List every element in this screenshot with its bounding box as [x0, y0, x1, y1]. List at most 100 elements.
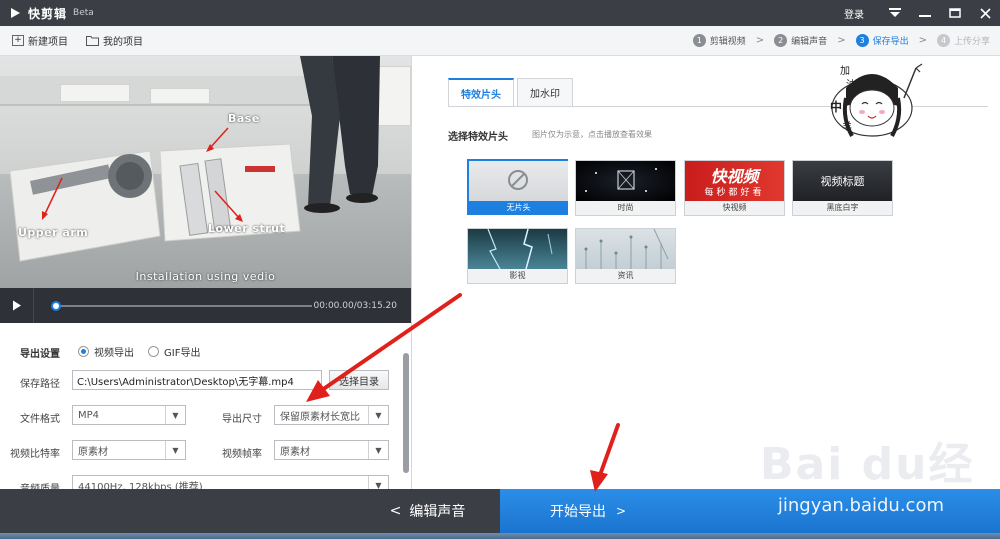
chevron-right-icon: > — [755, 35, 765, 46]
tab-watermark[interactable]: 加水印 — [517, 78, 573, 106]
step-label: 剪辑视频 — [709, 37, 746, 47]
dropdown-arrow-icon: ▼ — [165, 406, 185, 424]
step-edit-audio[interactable]: 2 编辑声音 — [774, 34, 827, 47]
radio-dot — [148, 346, 159, 357]
os-taskbar — [0, 533, 1000, 539]
login-link[interactable]: 登录 — [844, 6, 864, 21]
audio-value: 44100Hz, 128kbps (推荐) — [78, 481, 203, 490]
chevron-right-icon: > — [918, 35, 927, 46]
radio-video-export[interactable]: 视频导出 — [78, 344, 134, 359]
thumb-image: 视频标题 — [793, 161, 892, 201]
bitrate-select[interactable]: 原素材 ▼ — [72, 440, 186, 460]
fps-value: 原素材 — [280, 446, 310, 458]
new-project-label: 新建项目 — [28, 37, 68, 48]
intro-thumb-fashion[interactable]: 时尚 — [575, 160, 676, 216]
quick-video-subtitle: 每秒都好看 — [704, 188, 765, 198]
radio-label: 视频导出 — [94, 348, 134, 359]
tab-bar: 特效片头 加水印 — [448, 78, 576, 106]
export-settings-panel: 导出设置 视频导出 GIF导出 保存路径 C:\Users\Administra… — [0, 323, 411, 489]
audio-select[interactable]: 44100Hz, 128kbps (推荐) ▼ — [72, 475, 389, 489]
intro-thumb-film[interactable]: 影视 — [467, 228, 568, 284]
intro-thumb-news[interactable]: 资讯 — [575, 228, 676, 284]
size-select[interactable]: 保留原素材长宽比 ▼ — [274, 405, 389, 425]
audio-label: 音频质量 — [20, 480, 60, 489]
effects-panel: 特效片头 加水印 选择特效片头 图片仅为示意，点击播放查看效果 无片头 时尚 快… — [412, 56, 1000, 489]
player-controls: 00:00.00/03:15.20 — [0, 288, 411, 323]
format-value: MP4 — [78, 409, 100, 421]
video-preview[interactable]: Base Upper arm Lower strut Installation … — [0, 56, 411, 288]
progress-handle[interactable] — [51, 300, 61, 311]
prev-step-label: 编辑声音 — [409, 504, 466, 520]
settings-scrollbar[interactable] — [403, 353, 409, 473]
mascot-text-4: 羊 — [842, 122, 852, 133]
intro-thumb-none[interactable]: 无片头 — [467, 159, 568, 215]
bitrate-label: 视频比特率 — [10, 449, 60, 460]
thumb-caption: 黑底白字 — [793, 201, 892, 215]
dropdown-arrow-icon: ▼ — [368, 476, 388, 489]
section-hint: 图片仅为示意，点击播放查看效果 — [532, 130, 652, 139]
format-select[interactable]: MP4 ▼ — [72, 405, 186, 425]
label-lower-strut: Lower strut — [208, 222, 286, 235]
chevron-left-icon: < — [389, 503, 402, 519]
export-settings-title: 导出设置 — [20, 349, 60, 360]
radio-gif-export[interactable]: GIF导出 — [148, 344, 200, 359]
step-label: 保存导出 — [872, 37, 909, 47]
new-project-button[interactable]: + 新建项目 — [12, 33, 68, 48]
fashion-thumb-graphic — [585, 168, 657, 192]
size-value: 保留原素材长宽比 — [280, 411, 360, 423]
step-number: 3 — [855, 34, 869, 47]
label-upper-arm: Upper arm — [18, 226, 89, 239]
step-number: 4 — [936, 34, 950, 47]
menu-icon[interactable] — [880, 0, 910, 26]
intro-thumb-black-white[interactable]: 视频标题 黑底白字 — [792, 160, 893, 216]
chevron-right-icon: > — [837, 35, 846, 46]
mascot-text-2: 油 — [846, 80, 856, 91]
step-save-export[interactable]: 3 保存导出 — [855, 34, 909, 47]
time-readout: 00:00.00/03:15.20 — [313, 300, 397, 311]
my-projects-label: 我的项目 — [103, 37, 143, 48]
no-intro-icon — [508, 170, 528, 190]
thumb-caption: 快视频 — [685, 201, 784, 215]
play-icon — [12, 300, 21, 311]
step-label: 上传分享 — [953, 37, 990, 47]
app-beta-badge: Beta — [73, 8, 94, 18]
dropdown-arrow-icon: ▼ — [368, 441, 388, 459]
step-upload-share: 4 上传分享 — [936, 34, 990, 47]
thumb-caption: 时尚 — [576, 201, 675, 215]
intro-thumb-quick-video[interactable]: 快视频 每秒都好看 快视频 — [684, 160, 785, 216]
thumb-image — [469, 161, 568, 201]
quick-video-title: 快视频 — [710, 167, 759, 186]
section-title: 选择特效片头 — [448, 132, 508, 143]
step-number: 1 — [692, 34, 706, 47]
my-projects-button[interactable]: 我的项目 — [86, 33, 143, 48]
thumb-image: 快视频 每秒都好看 — [685, 161, 784, 201]
thumb-image — [468, 229, 567, 269]
scrollbar-thumb[interactable] — [403, 353, 409, 473]
start-export-label: 开始导出 — [550, 504, 606, 520]
step-label: 编辑声音 — [791, 37, 828, 47]
fps-label: 视频帧率 — [222, 449, 262, 460]
step-edit-video[interactable]: 1 剪辑视频 — [692, 34, 746, 47]
dropdown-arrow-icon: ▼ — [165, 441, 185, 459]
browse-directory-button[interactable]: 选择目录 — [329, 370, 389, 390]
start-export-button[interactable]: 开始导出 > jingyan.baidu.com — [500, 489, 1000, 533]
radio-label: GIF导出 — [164, 348, 201, 359]
close-icon[interactable] — [970, 0, 1000, 26]
black-white-title: 视频标题 — [820, 175, 865, 188]
maximize-icon[interactable] — [940, 0, 970, 26]
step-progress: 1 剪辑视频 > 2 编辑声音 > 3 保存导出 > 4 上传分享 — [692, 34, 990, 47]
tab-intro-effects[interactable]: 特效片头 — [448, 78, 514, 106]
format-label: 文件格式 — [20, 414, 60, 425]
progress-slider[interactable] — [51, 300, 312, 311]
play-button[interactable] — [0, 288, 34, 323]
save-path-input[interactable]: C:\Users\Administrator\Desktop\无字幕.mp4 — [72, 370, 322, 390]
prev-step-button[interactable]: < 编辑声音 — [355, 489, 500, 533]
radio-dot — [78, 346, 89, 357]
chevron-right-icon: > — [616, 504, 627, 518]
fps-select[interactable]: 原素材 ▼ — [274, 440, 389, 460]
bottom-action-bar: < 编辑声音 开始导出 > jingyan.baidu.com — [0, 489, 1000, 533]
label-base: Base — [228, 112, 260, 125]
baidu-url-watermark: jingyan.baidu.com — [777, 495, 944, 516]
thumb-caption: 资讯 — [576, 269, 675, 283]
minimize-icon[interactable] — [910, 0, 940, 26]
